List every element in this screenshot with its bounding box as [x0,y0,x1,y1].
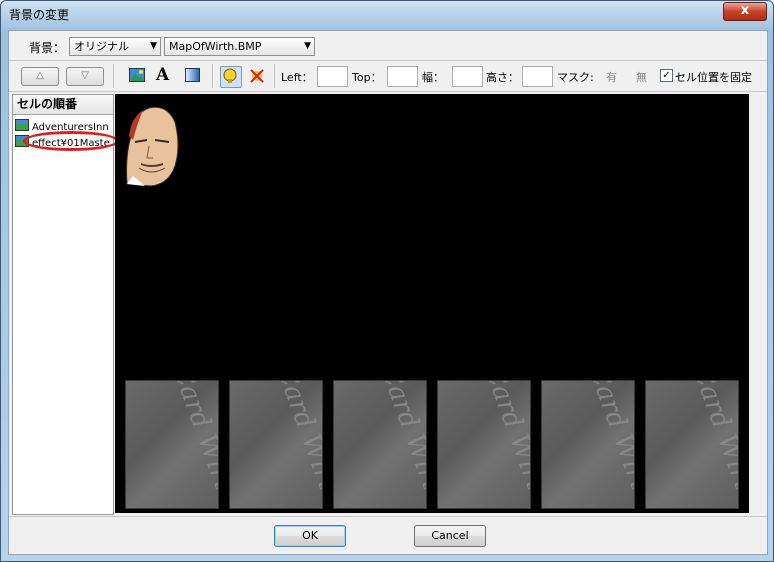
card-slot[interactable]: Card Wirth [125,380,219,509]
disable-icon[interactable] [249,68,267,86]
background-file-select[interactable]: MapOfWirth.BMP ▼ [164,37,315,56]
height-label: 高さ： [486,71,519,84]
close-button[interactable]: x [723,2,767,21]
pointer-icon[interactable] [220,66,242,88]
card-back-text: Card Wirth [374,380,427,509]
image-icon[interactable] [129,68,147,86]
separator [212,64,213,88]
divider [9,60,767,61]
card-back-text: Card Wirth [166,380,219,509]
top-input[interactable] [387,66,418,87]
move-up-button[interactable]: △ [21,67,59,86]
card-back-text: Card Wirth [478,380,531,509]
left-label: Left： [281,71,313,84]
cancel-button[interactable]: Cancel [414,525,486,547]
divider [9,91,767,92]
background-type-select[interactable]: オリジナル ▼ [69,37,161,56]
card-slot[interactable]: Card Wirth [229,380,323,509]
chevron-down-icon: ▼ [304,41,311,51]
ok-button[interactable]: OK [274,525,346,547]
title-bar: 背景の変更 x [1,1,773,27]
height-input[interactable] [522,66,553,87]
background-file-value: MapOfWirth.BMP [169,40,262,53]
width-input[interactable] [452,66,483,87]
background-canvas[interactable]: Card Wirth Card Wirth Card Wirth Card Wi… [115,94,749,513]
card-slot[interactable]: Card Wirth [333,380,427,509]
card-slot[interactable]: Card Wirth [437,380,531,509]
card-slot[interactable]: Card Wirth [541,380,635,509]
move-down-button[interactable]: ▽ [66,67,104,86]
card-back-text: Card Wirth [582,380,635,509]
fix-position-label: セル位置を固定 [675,71,752,84]
separator [113,64,114,88]
card-slot[interactable]: Card Wirth [645,380,739,509]
chevron-down-icon: ▼ [150,41,157,51]
background-type-value: オリジナル [74,40,129,53]
top-label: Top： [352,71,382,84]
highlight-ellipse [23,131,119,151]
width-label: 幅： [422,71,444,84]
cell-order-title: セルの順番 [13,95,113,115]
text-icon[interactable]: A [156,65,174,85]
left-input[interactable] [317,66,348,87]
card-back-text: Card Wirth [270,380,323,509]
dialog-window: 背景の変更 x 背景： オリジナル ▼ MapOfWirth.BMP ▼ △ ▽… [0,0,774,562]
background-label: 背景： [29,41,66,55]
cell-order-list: セルの順番 AdventurersInn effect¥01Maste [12,94,119,515]
mask-on-option[interactable]: 有 [606,69,617,85]
fix-position-checkbox[interactable]: ✓ [660,69,673,82]
window-title: 背景の変更 [9,8,70,22]
card-back-text: Card Wirth [686,380,739,509]
dialog-client: 背景： オリジナル ▼ MapOfWirth.BMP ▼ △ ▽ A Left： [8,30,768,555]
divider [9,516,767,517]
mask-label: マスク: [557,71,594,84]
gradient-icon[interactable] [185,68,203,86]
separator [274,64,275,88]
character-portrait[interactable] [123,96,179,187]
mask-off-option[interactable]: 無 [636,69,647,85]
image-icon [15,119,29,131]
